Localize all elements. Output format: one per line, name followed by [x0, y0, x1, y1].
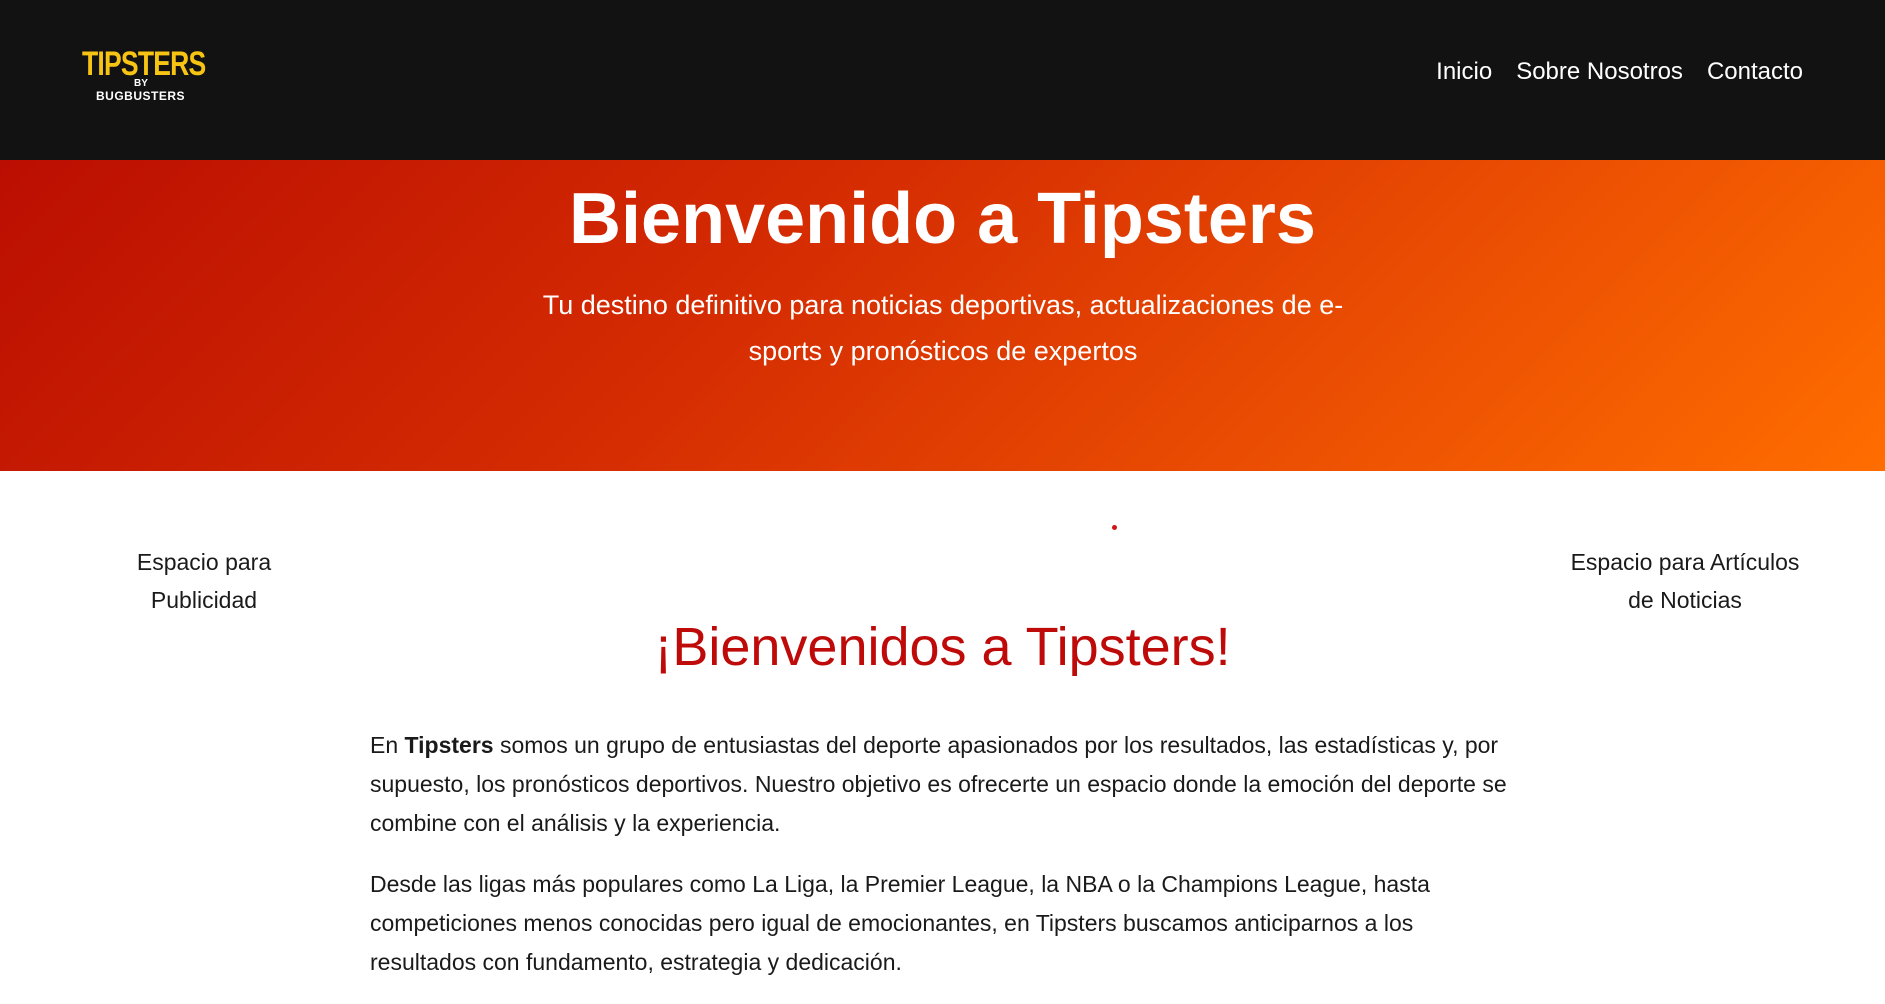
- main-nav: Inicio Sobre Nosotros Contacto: [1436, 56, 1803, 88]
- nav-link-sobre-nosotros[interactable]: Sobre Nosotros: [1516, 56, 1683, 88]
- paragraph-prefix: En: [370, 732, 405, 758]
- intro-paragraph-1: En Tipsters somos un grupo de entusiasta…: [370, 726, 1515, 843]
- news-articles-sidebar: Espacio para Artículos de Noticias: [1570, 549, 1800, 613]
- welcome-heading: ¡Bienvenidos a Tipsters!: [654, 617, 1231, 677]
- paragraph-body: somos un grupo de entusiastas del deport…: [370, 732, 1507, 836]
- nav-link-inicio[interactable]: Inicio: [1436, 56, 1492, 88]
- site-header: TIPSTERS BY BUGBUSTERS Inicio Sobre Noso…: [0, 0, 1885, 160]
- nav-link-contacto[interactable]: Contacto: [1707, 56, 1803, 88]
- logo-by-text: BY: [134, 78, 148, 89]
- ad-space-sidebar: Espacio para Publicidad: [136, 549, 272, 613]
- intro-paragraph-2: Desde las ligas más populares como La Li…: [370, 871, 1430, 975]
- intro-article: En Tipsters somos un grupo de entusiasta…: [370, 726, 1515, 1004]
- hero-subtitle: Tu destino definitivo para noticias depo…: [542, 290, 1344, 366]
- hero-title: Bienvenido a Tipsters: [569, 179, 1316, 259]
- hero-banner: Bienvenido a Tipsters Tu destino definit…: [0, 160, 1885, 471]
- logo-wordmark: TIPSTERS: [82, 45, 206, 83]
- decorative-dot: [1112, 525, 1117, 530]
- logo-subtext: BUGBUSTERS: [96, 89, 186, 103]
- site-logo[interactable]: TIPSTERS BY BUGBUSTERS: [82, 45, 206, 108]
- brand-name-bold: Tipsters: [404, 732, 494, 758]
